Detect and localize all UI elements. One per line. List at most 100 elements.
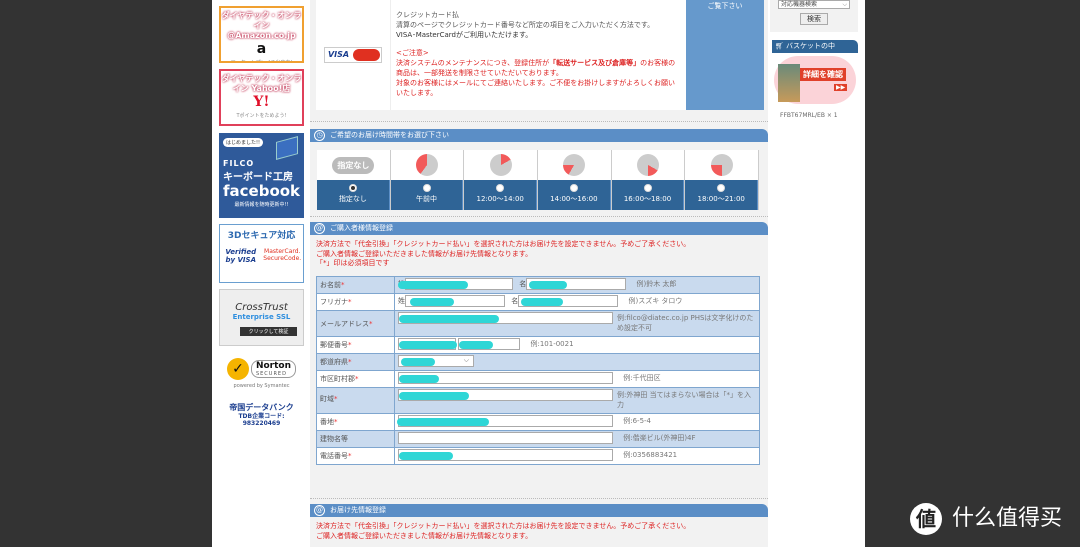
no-preference-icon: 指定なし [332, 156, 375, 174]
city-input[interactable] [398, 372, 613, 384]
time-option-12-14[interactable]: 12:00～14:00 [464, 150, 539, 210]
facebook-banner-brand: FILCO [223, 159, 255, 168]
radio-button[interactable] [569, 184, 578, 192]
3d-secure-title: 3Dセキュア対応 [227, 231, 296, 241]
buyer-info-header: @ ご購入者様情報登録 [310, 222, 768, 235]
required-mark: * [334, 395, 338, 403]
radio-button[interactable] [643, 184, 652, 192]
town-input[interactable] [398, 389, 613, 401]
yahoo-banner-title: ダイヤテック・オンライン Yahoo!店 [221, 74, 302, 93]
time-option-none[interactable]: 指定なし 指定なし [317, 150, 391, 210]
crosstrust-verify-button[interactable]: クリックして検証 [240, 327, 297, 336]
payment-side-label: ご覧下さい [707, 2, 743, 10]
time-option-label: 12:00～14:00 [476, 195, 524, 203]
required-mark: * [355, 375, 359, 383]
required-mark: * [369, 320, 373, 328]
at-icon: @ [314, 223, 325, 234]
email-input[interactable] [398, 312, 613, 324]
form-row-email: メールアドレス* 例:filco@diatec.co.jp PHSは文字化けのた… [316, 310, 760, 337]
facebook-banner-line2: facebook [223, 182, 301, 200]
field-hint: 例:6-5-4 [623, 417, 652, 425]
radio-button[interactable] [717, 184, 726, 192]
required-mark: * [348, 358, 352, 366]
time-option-morning[interactable]: 午前中 [390, 150, 465, 210]
payment-option-credit-card: VISA クレジットカード払 清算のページでクレジットカード番号など所定の項目を… [316, 0, 764, 110]
payment-title: クレジットカード払 [396, 11, 459, 19]
facebook-banner[interactable]: はじめました!! FILCO キーボード工房 facebook 最新情報を随時更… [219, 133, 304, 218]
device-search-select[interactable]: 対応機器検索 ⌵ [778, 0, 850, 9]
shipping-notice-1: 決済方法で「代金引換」「クレジットカード払い」を選択された方はお届け先を設定でき… [316, 522, 691, 530]
tdb-seal[interactable]: 帝国データバンク TDB企業コード: 983220469 [219, 402, 304, 432]
radio-button[interactable] [348, 184, 357, 192]
required-mark: * [348, 341, 352, 349]
at-icon: @ [314, 505, 325, 516]
buyer-info-title: ご購入者様情報登録 [330, 224, 393, 232]
norton-check-icon: ✓ [226, 358, 249, 380]
buyer-notice-1: 決済方法で「代金引換」「クレジットカード払い」を選択された方はお届け先を設定でき… [316, 240, 691, 248]
required-mark: * [348, 452, 352, 460]
facebook-banner-line1: キーボード工房 [223, 172, 293, 183]
required-mark: * [341, 281, 345, 289]
first-kana-input[interactable] [518, 295, 619, 307]
time-option-18-21[interactable]: 18:00～21:00 [685, 150, 760, 210]
postal-code-1-input[interactable] [398, 338, 457, 350]
field-hint: 例)鈴木 太郎 [636, 280, 677, 288]
payment-desc-1: 清算のページでクレジットカード番号など所定の項目をご入力いただく方法です。 [396, 21, 655, 29]
first-name-input[interactable] [526, 278, 627, 290]
first-kana-prefix: 名 [511, 297, 519, 305]
mastercard-securecode-logo: MasterCard. SecureCode. [263, 248, 302, 262]
radio-button[interactable] [422, 184, 431, 192]
norton-secured-seal[interactable]: ✓ Norton SECURED powered by Symantec [219, 352, 304, 402]
clock-pie-icon [637, 154, 660, 176]
basket-item: FFBT67MRL/EB × 1 [780, 112, 838, 119]
tdb-code: 983220469 [242, 420, 281, 427]
delivery-time-title: ご希望のお届け時間帯をお選び下さい [330, 131, 449, 139]
shipping-notice-2: ご購入者情報ご登録いただきました情報がお届け先情報となります。 [316, 532, 533, 540]
device-search-value: 対応機器検索 [781, 1, 818, 8]
yahoo-store-banner[interactable]: ダイヤテック・オンライン Yahoo!店 Y! Tポイントをためよう! [219, 69, 304, 126]
field-label: フリガナ [320, 298, 348, 306]
yahoo-logo-icon: Y! [253, 94, 270, 110]
facebook-banner-bubble: はじめました!! [223, 138, 264, 147]
phone-input[interactable] [398, 449, 613, 461]
field-hint: 例:101-0021 [530, 340, 574, 348]
radio-button[interactable] [496, 184, 505, 192]
address-number-input[interactable] [397, 415, 613, 427]
last-kana-input[interactable] [405, 295, 505, 307]
norton-secured-text: SECURED [255, 371, 287, 377]
arrow-right-icon: ▶▶ [834, 84, 848, 91]
3d-secure-banner[interactable]: 3Dセキュア対応 Verified by VISA MasterCard. Se… [219, 224, 304, 283]
crosstrust-ssl-seal[interactable]: CrossTrust Enterprise SSL クリックして検証 [219, 289, 304, 346]
form-row-city: 市区町村郡* 例:千代田区 [316, 370, 760, 388]
payment-notice-bold: 「転送サービス及び倉庫等」 [549, 59, 641, 67]
cyclist-image [778, 64, 800, 102]
time-option-label: 午前中 [416, 195, 437, 203]
payment-notice-3: 対象のお客様にはメールにてご連絡いたします。ご不便をお掛けしますがよろしくお願い… [396, 79, 675, 97]
delivery-time-header: ◷ ご希望のお届け時間帯をお選び下さい [310, 129, 768, 142]
clock-pie-icon [489, 154, 512, 176]
clock-icon: ◷ [314, 130, 325, 141]
field-label: 都道府県 [320, 358, 348, 366]
tdb-name: 帝国データバンク [229, 403, 294, 412]
form-row-town: 町域* 例:外神田 当てはまらない場合は「*」を入力 [316, 387, 760, 414]
basket-header: 🛒︎ バスケットの中 [772, 40, 858, 53]
prefecture-select[interactable]: ⌵ [398, 355, 474, 367]
basket-title: バスケットの中 [786, 42, 835, 50]
time-option-label: 18:00～21:00 [697, 195, 745, 203]
building-input[interactable] [398, 432, 613, 444]
time-option-14-16[interactable]: 14:00～16:00 [538, 150, 612, 210]
field-label: 郵便番号 [320, 341, 348, 349]
basket-detail-banner[interactable]: 詳細を確認 ▶▶ [774, 56, 856, 104]
last-name-input[interactable] [398, 278, 513, 290]
amazon-store-banner[interactable]: ダイヤテック・オンライン @Amazon.co.jp a マーケットプレイス出店… [219, 6, 304, 63]
field-hint: 例:偕楽ビル(外神田)4F [623, 434, 696, 442]
field-hint: 例)スズキ タロウ [628, 297, 683, 305]
time-option-label: 14:00～16:00 [550, 195, 598, 203]
time-option-16-18[interactable]: 16:00～18:00 [611, 150, 686, 210]
payment-notice-1: 決済システムのメンテナンスにつき、登録住所が [396, 59, 550, 67]
field-label: お名前 [320, 281, 341, 289]
field-hint: 例:0356883421 [623, 451, 678, 459]
device-search-button[interactable]: 検索 [800, 13, 828, 25]
crosstrust-name: CrossTrust [235, 302, 288, 313]
postal-code-2-input[interactable] [458, 338, 521, 350]
